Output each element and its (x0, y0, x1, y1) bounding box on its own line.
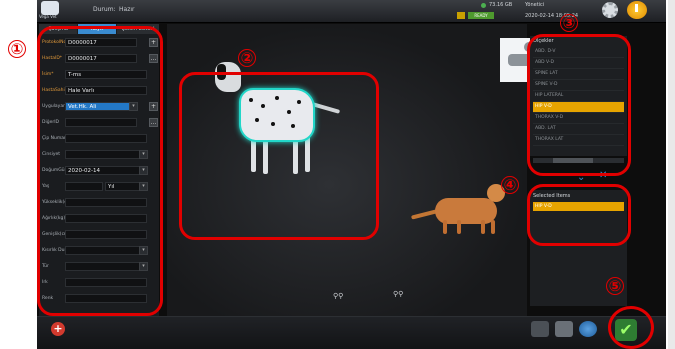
disk-status-icon (481, 3, 486, 8)
cat-leg (491, 220, 495, 234)
status-value: Hazır (119, 6, 135, 13)
user-name: Yönetici (525, 2, 545, 8)
annotation-number-5: ⑤ (606, 277, 624, 295)
annotation-number-3: ③ (560, 14, 578, 32)
flag-icon (457, 12, 465, 19)
cat-leg (443, 220, 447, 234)
status-label: Durum: (93, 6, 116, 13)
annotation-box-4 (527, 184, 631, 246)
gear-icon[interactable] (602, 2, 618, 18)
annotation-number-4: ④ (501, 176, 519, 194)
page-scrollbar[interactable] (668, 0, 675, 349)
annotation-box-2 (179, 72, 379, 240)
dog-thumbnail-icon[interactable]: ⚲⚲ (333, 292, 343, 300)
bottom-toolbar: + ✔ (37, 316, 666, 349)
ready-badge: READY (468, 12, 494, 19)
logo-text: Vega Vet (39, 14, 57, 19)
power-icon[interactable] (627, 1, 647, 19)
cat-leg (457, 220, 461, 234)
capture-tool-icon[interactable] (555, 321, 573, 337)
annotation-box-5 (608, 306, 654, 349)
annotation-number-1: ① (8, 40, 26, 58)
annotation-number-2: ② (238, 49, 256, 67)
annotation-box-3 (527, 34, 631, 176)
logo-icon (41, 1, 59, 15)
annotation-box-1 (37, 26, 163, 316)
cat-thumbnail-icon[interactable]: ⚲⚲ (393, 290, 403, 298)
disk-space: 73.16 GB (489, 2, 513, 8)
app-window: Vega Vet Durum: Hazır READY 73.16 GB Yön… (37, 0, 666, 349)
xray-tool-icon[interactable] (531, 321, 549, 337)
cat-leg (481, 220, 485, 234)
add-icon[interactable]: + (51, 322, 65, 336)
refresh-tool-icon[interactable] (579, 321, 597, 337)
